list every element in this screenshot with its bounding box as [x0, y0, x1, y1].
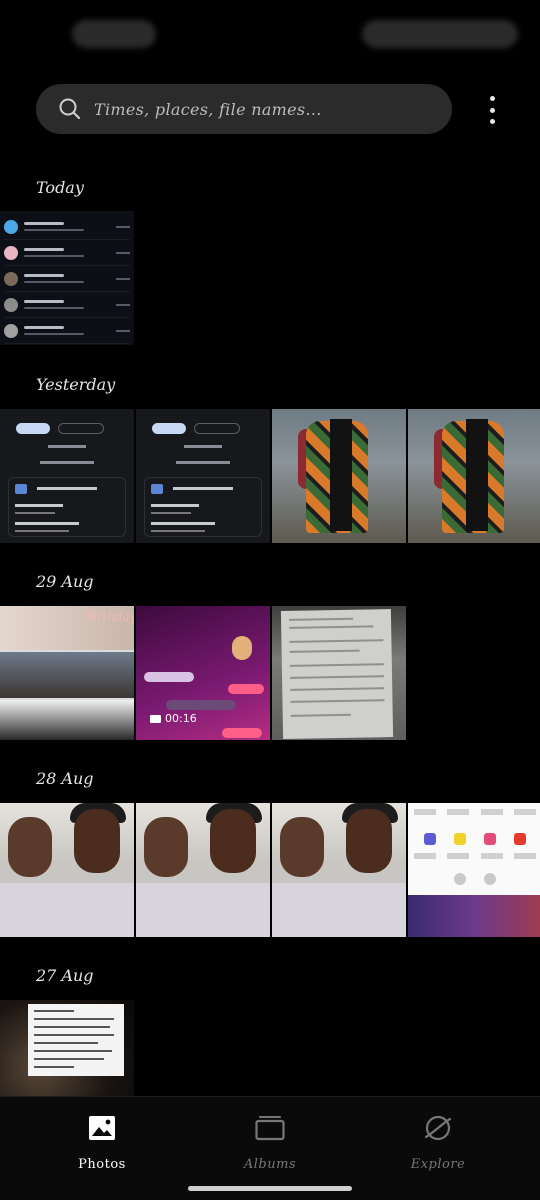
video-thumbnail[interactable]: 00:16 [136, 606, 270, 740]
home-indicator[interactable] [188, 1186, 352, 1191]
photo-thumbnail[interactable] [136, 409, 270, 543]
photo-thumbnail[interactable] [0, 803, 134, 937]
photo-grid-yesterday [0, 409, 540, 543]
video-camera-icon [150, 714, 161, 723]
section-date-29-aug: 29 Aug [36, 572, 94, 591]
photo-thumbnail[interactable] [272, 803, 406, 937]
photo-thumbnail[interactable] [0, 211, 134, 345]
birthday-text: Birthday [84, 610, 134, 624]
photo-thumbnail[interactable] [136, 803, 270, 937]
search-icon [58, 97, 82, 121]
explore-icon [423, 1113, 453, 1143]
photo-thumbnail[interactable] [272, 409, 406, 543]
video-duration: 00:16 [150, 712, 197, 725]
photo-grid-28-aug [0, 803, 540, 937]
search-bar[interactable]: Times, places, file names... [36, 84, 452, 134]
nav-explore[interactable]: Explore [378, 1113, 498, 1172]
bottom-navigation: Photos Albums Explore [0, 1096, 540, 1200]
section-date-yesterday: Yesterday [36, 375, 116, 394]
albums-icon [255, 1113, 285, 1143]
photo-thumbnail[interactable]: Birthday [0, 606, 134, 740]
photo-thumbnail[interactable] [408, 409, 540, 543]
nav-albums-label: Albums [243, 1157, 297, 1172]
photo-thumbnail[interactable] [408, 803, 540, 937]
section-date-28-aug: 28 Aug [36, 769, 94, 788]
photo-grid-today [0, 211, 134, 345]
nav-photos[interactable]: Photos [42, 1113, 162, 1172]
nav-photos-label: Photos [78, 1157, 126, 1172]
photo-thumbnail[interactable] [272, 606, 406, 740]
search-placeholder: Times, places, file names... [94, 99, 322, 119]
photo-grid-29-aug: Birthday 00:16 [0, 606, 406, 740]
photo-thumbnail[interactable] [0, 409, 134, 543]
nav-albums[interactable]: Albums [210, 1113, 330, 1172]
photos-icon [87, 1113, 117, 1143]
section-date-27-aug: 27 Aug [36, 966, 94, 985]
nav-explore-label: Explore [410, 1157, 466, 1172]
status-bar-right-redacted [362, 20, 518, 48]
status-bar-left-redacted [72, 20, 156, 48]
more-options-icon[interactable] [484, 96, 500, 124]
section-date-today: Today [36, 178, 84, 197]
